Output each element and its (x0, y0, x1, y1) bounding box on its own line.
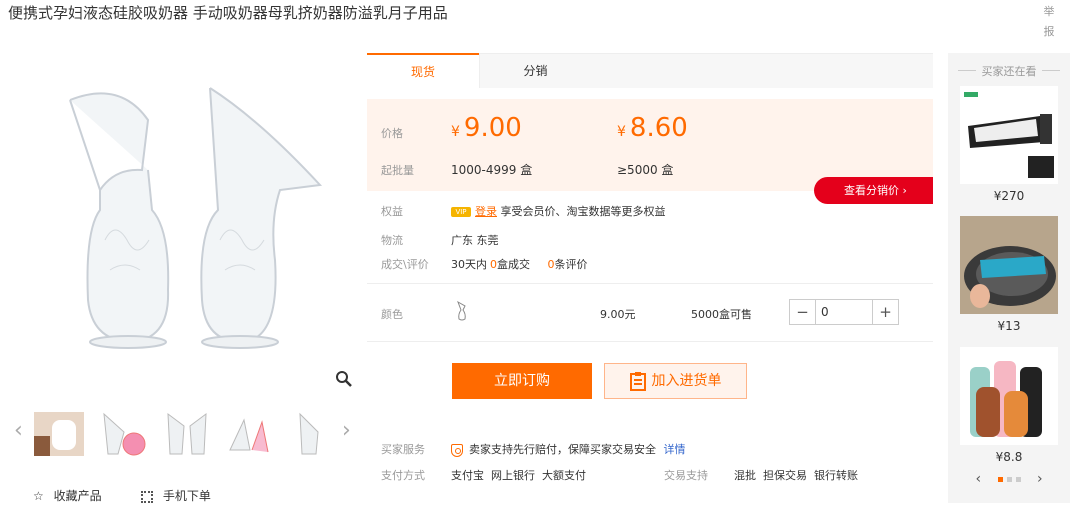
product-title: 便携式孕妇液态硅胶吸奶器 手动吸奶器母乳挤奶器防溢乳月子用品 (8, 4, 448, 22)
service-detail-link[interactable]: 详情 (664, 443, 686, 456)
moq-range-1: 1000-4999 盒 (451, 163, 533, 177)
shield-icon (451, 443, 463, 457)
moq-label: 起批量 (381, 164, 414, 177)
color-stock: 5000盒可售 (691, 308, 752, 321)
favorite-button[interactable]: ☆ 收藏产品 (33, 487, 102, 504)
service-label: 买家服务 (381, 443, 425, 456)
rail-product-price: ¥13 (997, 319, 1021, 333)
divider (367, 341, 933, 342)
thumbnail[interactable] (32, 402, 86, 462)
benefits-text: 享受会员价、淘宝数据等更多权益 (500, 205, 666, 218)
tab-bar-filler (591, 54, 933, 88)
price-value: 8.60 (629, 113, 688, 143)
benefits-row: VIP 登录 享受会员价、淘宝数据等更多权益 (451, 203, 666, 219)
payment-label: 支付方式 (381, 469, 425, 482)
currency-symbol: ¥ (617, 124, 626, 140)
logistics-label: 物流 (381, 234, 403, 247)
thumbnail[interactable] (224, 402, 278, 462)
thumbnail[interactable] (288, 402, 342, 462)
pager-dot[interactable] (1015, 476, 1021, 482)
rail-next-icon[interactable]: › (1037, 471, 1043, 487)
rail-product-price: ¥270 (993, 189, 1025, 203)
divider (367, 283, 933, 284)
service-row: 卖家支持先行赔付，保障买家交易安全 详情 (451, 441, 686, 457)
order-now-button[interactable]: 立即订购 (452, 363, 592, 399)
report-link[interactable]: 举报 (1041, 2, 1057, 42)
deals-label: 成交\评价 (381, 258, 429, 271)
tab-spot[interactable]: 现货 (367, 53, 479, 87)
deals-row: 30天内 0盒成交 0条评价 (451, 256, 588, 272)
thumbnail[interactable] (160, 402, 214, 462)
login-link[interactable]: 登录 (475, 205, 497, 218)
review-unit: 条评价 (554, 258, 588, 271)
trade-support-value: 混批 担保交易 银行转账 (734, 469, 858, 482)
increment-button[interactable]: + (872, 300, 898, 324)
rail-prev-icon[interactable]: ‹ (975, 471, 981, 487)
main-product-image[interactable] (30, 60, 350, 390)
rail-pager: ‹ › (948, 471, 1070, 487)
quantity-input[interactable]: 0 (821, 300, 829, 324)
mobile-order-button[interactable]: 手机下单 (141, 487, 211, 504)
color-swatch-icon[interactable] (455, 300, 469, 326)
service-text: 卖家支持先行赔付，保障买家交易安全 (469, 443, 656, 456)
trade-support-label: 交易支持 (664, 469, 708, 482)
favorite-label: 收藏产品 (53, 489, 102, 503)
price-tier-1: ¥9.00 (451, 113, 522, 143)
currency-symbol: ¥ (451, 124, 460, 140)
thumb-next-icon[interactable]: › (342, 418, 351, 443)
zoom-icon[interactable] (334, 369, 354, 389)
view-distribution-price-button[interactable]: 查看分销价 › (814, 177, 933, 204)
deals-count: 0 (490, 258, 497, 271)
benefits-label: 权益 (381, 205, 403, 218)
cart-button-label: 加入进货单 (651, 373, 722, 389)
pager-dot[interactable] (997, 476, 1003, 482)
deals-unit: 盒成交 (497, 258, 530, 271)
rail-title: 买家还在看 (948, 63, 1070, 79)
clipboard-icon (629, 372, 646, 391)
price-tier-2: ¥8.60 (617, 113, 688, 143)
thumb-prev-icon[interactable]: ‹ (14, 418, 23, 443)
mobile-order-label: 手机下单 (162, 489, 211, 503)
color-label: 颜色 (381, 308, 403, 321)
rail-product-image[interactable] (960, 216, 1058, 314)
color-price: 9.00元 (600, 308, 636, 321)
rail-product-price: ¥8.8 (995, 450, 1023, 464)
deals-period: 30天内 (451, 258, 487, 271)
decrement-button[interactable]: − (790, 300, 816, 324)
thumbnail-strip: ‹ › (14, 402, 360, 466)
rail-product-image[interactable] (960, 347, 1058, 445)
quantity-stepper[interactable]: − 0 + (789, 299, 899, 325)
recommendation-rail: 买家还在看 ¥270 ¥13 ¥8.8 ‹ › (948, 53, 1070, 503)
moq-range-2: ≥5000 盒 (617, 163, 674, 177)
payment-methods: 支付宝 网上银行 大额支付 (451, 469, 586, 482)
vip-badge-icon: VIP (451, 207, 471, 217)
price-label: 价格 (381, 127, 403, 140)
add-to-purchase-list-button[interactable]: 加入进货单 (604, 363, 747, 399)
qr-code-icon (141, 490, 153, 503)
rail-product-image[interactable] (960, 86, 1058, 184)
tab-distribution[interactable]: 分销 (479, 54, 591, 88)
logistics-value: 广东 东莞 (451, 234, 499, 247)
star-icon: ☆ (33, 489, 44, 503)
review-count: 0 (547, 258, 555, 271)
tab-bar: 现货 分销 (367, 53, 933, 89)
price-value: 9.00 (463, 113, 522, 143)
pager-dot[interactable] (1006, 476, 1012, 482)
thumbnail[interactable] (96, 402, 150, 462)
